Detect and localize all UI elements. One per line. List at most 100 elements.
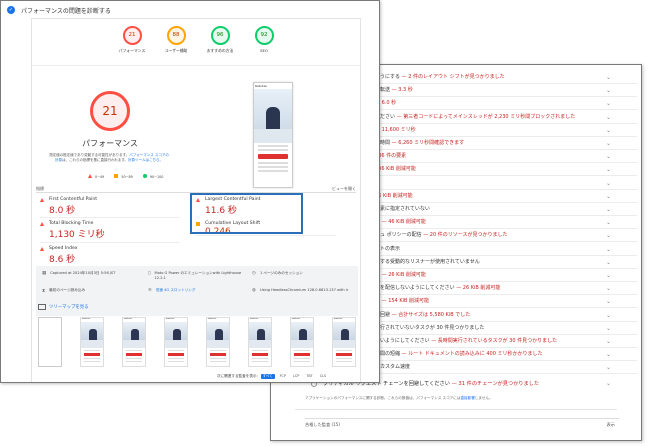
diagnostic-row[interactable]: ようにする — 2 件のレイアウト シフトが見つかりました ⌄ xyxy=(375,71,637,84)
diagnostic-row[interactable]: 要素に指定されていない ⌄ xyxy=(375,203,637,216)
legend-good: 90~100 xyxy=(149,174,164,179)
calculator-link[interactable]: 計算ツールはこちら。 xyxy=(128,158,163,162)
diagnostic-row[interactable]: 実行されていないタスクが 30 件見つかりました ⌄ xyxy=(375,322,637,335)
passed-audits-section[interactable]: 合格した監査 (15) 表示 xyxy=(305,418,619,432)
gauge-ring: 21 xyxy=(122,26,142,45)
filmstrip-frame xyxy=(38,317,62,367)
diagnostic-row[interactable]: を⌄ xyxy=(375,177,637,190)
filter-chip-all[interactable]: すべて xyxy=(260,374,275,379)
initial-load-text: 最初のページ読み込み xyxy=(49,288,86,292)
diagnostic-row[interactable]: り — 154 KiB 削減可能⌄ xyxy=(375,295,637,309)
session-info: ◷ 1 ページのみのセッション xyxy=(252,271,303,276)
chevron-down-icon: ⌄ xyxy=(605,153,611,161)
diagnostic-row[interactable]: ないようにしてください — 長時間実行されているタスクが 30 件見つかりました… xyxy=(375,335,637,348)
filter-chip-lcp[interactable]: LCP xyxy=(291,374,301,379)
globe-icon: ◍ xyxy=(252,288,256,293)
diagnostic-row[interactable]: のカスタム速度 ⌄ xyxy=(375,361,637,375)
browser-text: Using HeadlessChromium 128.0.6613.137 wi… xyxy=(259,288,349,292)
diagnostic-row[interactable]: 536 KiB 削減可能 ⌄ xyxy=(375,163,637,177)
captured-text: Captured at 2024年10月3日 5:56 JST xyxy=(50,271,116,275)
chevron-down-icon: ⌄ xyxy=(605,74,611,81)
audit-filter-label: 次に関連する監査を表示: xyxy=(217,374,258,378)
diagnostic-title: 要素に指定されていない xyxy=(375,206,430,212)
filter-chip-cls[interactable]: CLS xyxy=(318,374,328,379)
chevron-down-icon: ⌄ xyxy=(605,166,611,174)
diagnostic-title: シュ ポリシーの配信 xyxy=(375,232,422,239)
metric-tbt: Total Blocking Time 1,130 ミリ秒 xyxy=(40,221,180,240)
diagnostic-row[interactable]: ください — 第三者コードによってメインスレッドが 2,230 ミリ秒間ブロック… xyxy=(375,111,637,124)
desc-text: は、これらの指標を基に直接行われます。 xyxy=(62,158,128,162)
filmstrip-frame: Rakuten xyxy=(332,317,356,367)
chevron-down-icon: ⌄ xyxy=(605,311,611,319)
diagnostic-row[interactable]: みを配信しないようにしてください — 26 KiB 削減可能 ⌄ xyxy=(375,282,637,296)
throttling-link[interactable]: 低速 4G スロットリング xyxy=(156,288,196,293)
diagnostic-title: みを配信しないようにしてください xyxy=(375,285,455,292)
calendar-icon: ▦ xyxy=(42,271,47,276)
treemap-icon xyxy=(38,304,46,310)
phone-icon: ▯ xyxy=(148,271,151,276)
chevron-down-icon: ⌄ xyxy=(605,179,611,187)
legend-good-icon xyxy=(142,174,147,179)
captured-at: ▦ Captured at 2024年10月3日 5:56 JST xyxy=(42,271,115,276)
diagnostic-title: 実行されていないタスクが 30 件見つかりました xyxy=(375,324,485,331)
metric-name: Total Blocking Time xyxy=(49,221,94,226)
diagnostic-row[interactable]: にする受動的なリスナーが使用されていません ⌄ xyxy=(375,256,637,269)
diagnostic-hint: — 26 KiB 削減可能 xyxy=(381,272,426,278)
metric-name: First Contentful Paint xyxy=(49,197,98,202)
diagnostic-title: にする受動的なリスナーが使用されていません xyxy=(375,258,480,265)
diagnostic-row[interactable]: の時間 — 6,260 ミリ秒間確認できます ⌄ xyxy=(375,137,637,150)
critical-chain-hint: — 31 件のチェーンが見つかりました xyxy=(451,381,540,387)
session-text: 1 ページのみのセッション xyxy=(259,271,303,275)
gauge-performance[interactable]: 21 パフォーマンス xyxy=(112,26,152,54)
timer-icon: ◷ xyxy=(252,271,256,276)
diagnostic-row[interactable]: ル — 26 KiB 削減可能⌄ xyxy=(375,269,637,282)
diagnostic-row[interactable]: の回避 — 合計サイズは 5,580 KiB でした ⌄ xyxy=(375,309,637,322)
diagnostic-row[interactable]: — 6.0 秒 ⌄ xyxy=(375,97,637,111)
gauge-seo[interactable]: 92 SEO xyxy=(244,26,284,54)
filmstrip-frame: Rakuten xyxy=(290,317,314,367)
diagnostic-row[interactable]: の転送 — 3.3 秒 ⌄ xyxy=(375,84,637,98)
final-screenshot: Rakuten xyxy=(253,82,293,188)
hourglass-icon: ⧗ xyxy=(42,289,46,294)
diagnostic-hint: — 合計サイズは 5,580 KiB でした xyxy=(391,311,471,318)
pagespeed-report-panel: ✓ パフォーマンスの問題を診断する 21 パフォーマンス 88 ユーザー補助 9… xyxy=(0,0,380,383)
chevron-down-icon: ⌄ xyxy=(605,206,611,213)
filter-chip-tbt[interactable]: TBT xyxy=(304,374,314,379)
chevron-down-icon: ⌄ xyxy=(605,219,611,227)
diagnostic-hint: 36 KiB 削減可能 xyxy=(375,192,413,199)
passed-audits-label: 合格した監査 (15) xyxy=(305,422,341,427)
diagnostic-hint: — 11,600 ミリ秒 xyxy=(375,126,416,133)
screenshot-stage: ようにする — 2 件のレイアウト シフトが見つかりました ⌄ の転送 — 3.3 … xyxy=(0,0,650,447)
divider xyxy=(32,65,360,66)
passed-audits-toggle[interactable]: 表示 xyxy=(607,419,615,431)
diagnostic-row[interactable]: 36 KiB 削減可能 ⌄ xyxy=(375,190,637,203)
diagnostic-row[interactable]: シュ ポリシーの配信 — 20 件のリソースが見つかりました ⌄ xyxy=(375,229,637,243)
chevron-down-icon: ⌄ xyxy=(605,351,611,359)
diagnostic-hint: — 3.3 秒 xyxy=(391,87,413,94)
fail-icon xyxy=(40,246,44,251)
performance-label: パフォーマンス xyxy=(82,139,138,148)
divider xyxy=(40,242,180,243)
treemap-label: ツリーマップを見る xyxy=(49,305,89,310)
report-card: 21 パフォーマンス 88 ユーザー補助 96 おすすめの方法 92 SEO 2… xyxy=(31,18,361,382)
treemap-button[interactable]: ツリーマップを見る xyxy=(38,304,89,310)
diagnostic-row[interactable]: 時間の短縮 — ルート ドキュメントの読み込みに 400 ミリ秒かかりました ⌄ xyxy=(375,348,637,362)
diagnostic-hint: 536 KiB 削減可能 xyxy=(375,166,416,173)
lcp-highlight-box xyxy=(190,193,303,234)
diagnostic-row[interactable]: 縮 — 46 KiB 削減可能⌄ xyxy=(375,216,637,230)
filter-chip-fcp[interactable]: FCP xyxy=(278,374,288,379)
diagnostic-row[interactable]: ストの表示 ⌄ xyxy=(375,243,637,256)
divider xyxy=(40,217,180,218)
diagnostic-row[interactable]: — 11,600 ミリ秒 ⌄ xyxy=(375,124,637,137)
diagnostic-hint: — 26 KiB 削減可能 xyxy=(456,285,501,292)
gauge-label: パフォーマンス xyxy=(118,48,146,53)
diagnostic-row[interactable]: 236 件の要素 ⌄ xyxy=(375,150,637,164)
diagnostic-title: のカスタム速度 xyxy=(375,364,411,371)
gauge-best-practices[interactable]: 96 おすすめの方法 xyxy=(200,26,240,54)
filmstrip-frame: Rakuten xyxy=(248,317,272,367)
footnote-link[interactable]: 直接影響 xyxy=(460,396,474,400)
diagnostic-hint: — 46 KiB 削減可能 xyxy=(381,219,426,226)
gauge-accessibility[interactable]: 88 ユーザー補助 xyxy=(156,26,196,54)
initial-load: ⧗ 最初のページ読み込み xyxy=(42,288,85,294)
report-header: ✓ パフォーマンスの問題を診断する xyxy=(7,4,111,16)
